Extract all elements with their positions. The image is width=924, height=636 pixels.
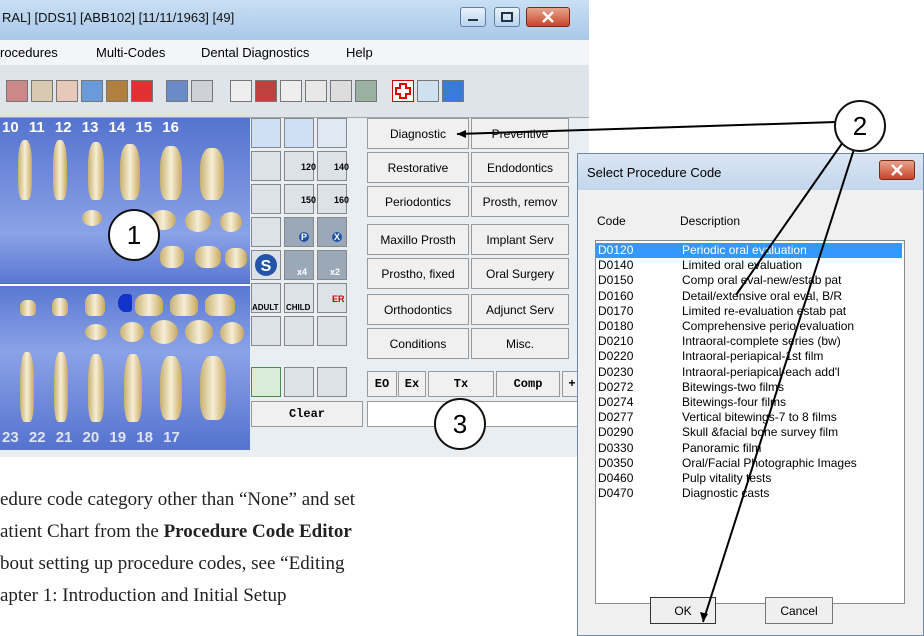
callout-2-line-b (735, 141, 844, 296)
callout-lines (456, 121, 856, 623)
callout-2-line-a (456, 121, 837, 135)
callout-3: 3 (434, 398, 486, 450)
callout-2: 2 (834, 100, 886, 152)
callout-1: 1 (108, 209, 160, 261)
arrowhead (457, 130, 466, 138)
callout-2-line-c (702, 145, 856, 623)
